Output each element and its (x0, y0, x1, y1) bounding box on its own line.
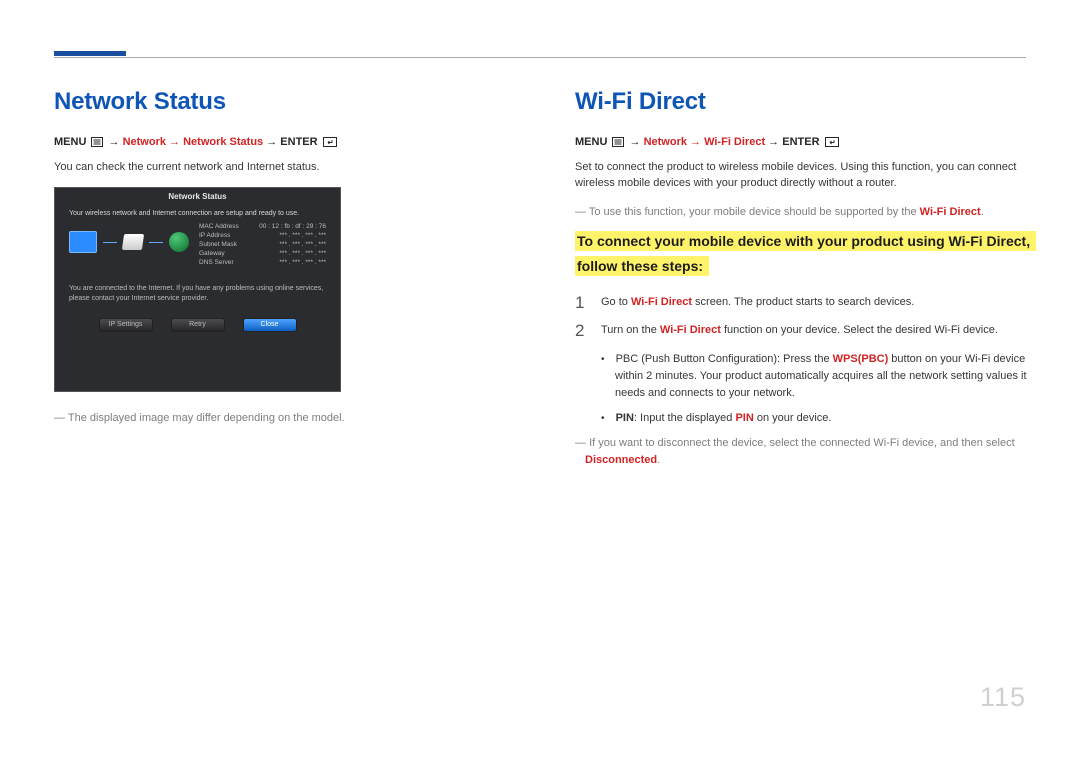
heading-network-status: Network Status (54, 88, 529, 116)
left-column: Network Status MENU → Network → Network … (54, 88, 529, 478)
step-number: 1 (575, 294, 587, 313)
breadcrumb-path: Network → Wi-Fi Direct (644, 136, 766, 148)
connection-line (149, 242, 163, 243)
arrow: → (630, 136, 644, 148)
support-note: To use this function, your mobile device… (575, 204, 1037, 221)
connection-diagram (69, 223, 189, 261)
screenshot-title: Network Status (55, 188, 340, 204)
menu-icon (91, 136, 103, 153)
bullet-bold: PIN (616, 412, 634, 424)
tv-icon (69, 231, 97, 253)
intro-text-right: Set to connect the product to wireless m… (575, 159, 1037, 192)
network-status-screenshot: Network Status Your wireless network and… (54, 187, 341, 392)
step-text: Go to Wi-Fi Direct screen. The product s… (601, 294, 914, 311)
ip-settings-button[interactable]: IP Settings (99, 318, 153, 332)
breadcrumb-enter-label: ENTER (280, 136, 317, 148)
step-text: Turn on the Wi-Fi Direct function on you… (601, 322, 998, 339)
row-value: *** . *** . *** . *** (279, 259, 326, 266)
bullet-plain: : Input the displayed (634, 412, 736, 424)
note-text-post: . (981, 206, 984, 218)
disconnect-note: If you want to disconnect the device, se… (575, 435, 1037, 468)
row-label: IP Address (199, 232, 230, 239)
breadcrumb-enter-label: ENTER (782, 136, 819, 148)
breadcrumb-menu-label: MENU (54, 136, 86, 148)
close-button[interactable]: Close (243, 318, 297, 332)
bullet-pre: PBC (Push Button Configuration): Press t… (616, 353, 833, 365)
step-pre: Go to (601, 296, 631, 308)
page-number: 115 (980, 682, 1026, 713)
note-text-pre: To use this function, your mobile device… (589, 206, 920, 218)
step-post: screen. The product starts to search dev… (692, 296, 914, 308)
note-text-post: . (657, 454, 660, 466)
step-hl: Wi-Fi Direct (631, 296, 692, 308)
screenshot-msg1: Your wireless network and Internet conne… (69, 210, 326, 217)
bullet-list: PBC (Push Button Configuration): Press t… (601, 351, 1037, 427)
arrow: → (266, 136, 280, 148)
enter-icon (825, 136, 839, 153)
note-text-pre: If you want to disconnect the device, se… (589, 437, 1015, 449)
row-value: *** . *** . *** . *** (279, 241, 326, 248)
menu-icon (612, 136, 624, 153)
step-number: 2 (575, 322, 587, 341)
row-label: DNS Server (199, 259, 234, 266)
row-label: Subnet Mask (199, 241, 237, 248)
model-disclaimer-note: The displayed image may differ depending… (54, 410, 529, 427)
retry-button[interactable]: Retry (171, 318, 225, 332)
breadcrumb-left: MENU → Network → Network Status → ENTER (54, 134, 529, 153)
router-icon (122, 234, 144, 250)
step-item: 1 Go to Wi-Fi Direct screen. The product… (575, 294, 1037, 313)
breadcrumb-right: MENU → Network → Wi-Fi Direct → ENTER (575, 134, 1037, 153)
step-item: 2 Turn on the Wi-Fi Direct function on y… (575, 322, 1037, 341)
globe-icon (169, 232, 189, 252)
model-disclaimer-text: The displayed image may differ depending… (68, 412, 345, 424)
subheading-highlight: To connect your mobile device with your … (575, 231, 1036, 276)
enter-icon (323, 136, 337, 153)
note-text-hl: Disconnected (585, 454, 657, 466)
network-details-table: MAC Address 00 : 12 : fb : df : 29 : 76 I… (199, 223, 326, 268)
row-label: Gateway (199, 250, 225, 257)
row-label: MAC Address (199, 223, 239, 230)
row-value: *** . *** . *** . *** (279, 250, 326, 257)
arrow: → (768, 136, 782, 148)
bullet-hl: WPS(PBC) (833, 353, 889, 365)
breadcrumb-path: Network → Network Status (123, 136, 264, 148)
screenshot-msg2: You are connected to the Internet. If yo… (69, 284, 326, 304)
step-hl: Wi-Fi Direct (660, 324, 721, 336)
step-pre: Turn on the (601, 324, 660, 336)
connection-line (103, 242, 117, 243)
bullet-post: on your device. (754, 412, 832, 424)
step-post: function on your device. Select the desi… (721, 324, 998, 336)
bullet-item: PBC (Push Button Configuration): Press t… (601, 351, 1037, 402)
arrow: → (109, 136, 123, 148)
breadcrumb-menu-label: MENU (575, 136, 607, 148)
note-text-hl: Wi-Fi Direct (920, 206, 981, 218)
row-value: 00 : 12 : fb : df : 29 : 76 (259, 223, 326, 230)
row-value: *** . *** . *** . *** (279, 232, 326, 239)
intro-text-left: You can check the current network and In… (54, 159, 529, 176)
right-column: Wi-Fi Direct MENU → Network → Wi-Fi Dire… (575, 88, 1037, 478)
bullet-item: PIN: Input the displayed PIN on your dev… (601, 410, 1037, 427)
heading-wifi-direct: Wi-Fi Direct (575, 88, 1037, 116)
page-top-rule (54, 57, 1026, 58)
subheading-wrap: To connect your mobile device with your … (575, 230, 1037, 280)
step-list: 1 Go to Wi-Fi Direct screen. The product… (575, 294, 1037, 341)
bullet-hl: PIN (735, 412, 753, 424)
